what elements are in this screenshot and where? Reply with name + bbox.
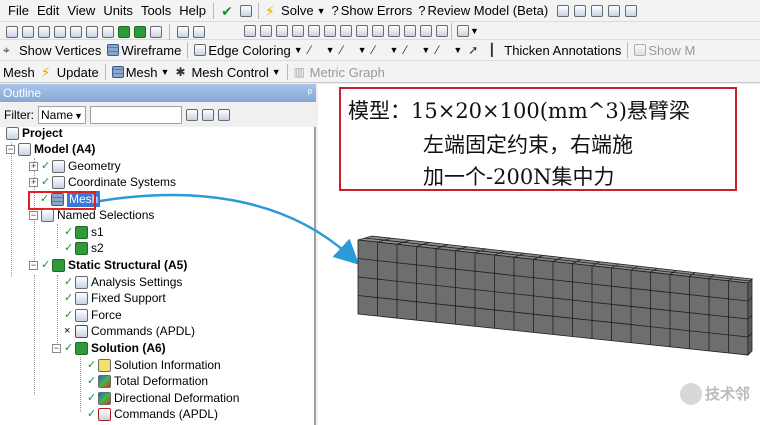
graphics-overlay — [99, 193, 753, 356]
watermark: 技术邻 — [679, 383, 750, 405]
watermark-logo-icon — [679, 383, 702, 405]
meshed-beam — [357, 235, 753, 356]
callout-arrow — [99, 193, 360, 265]
watermark-text: 技术邻 — [704, 384, 750, 403]
